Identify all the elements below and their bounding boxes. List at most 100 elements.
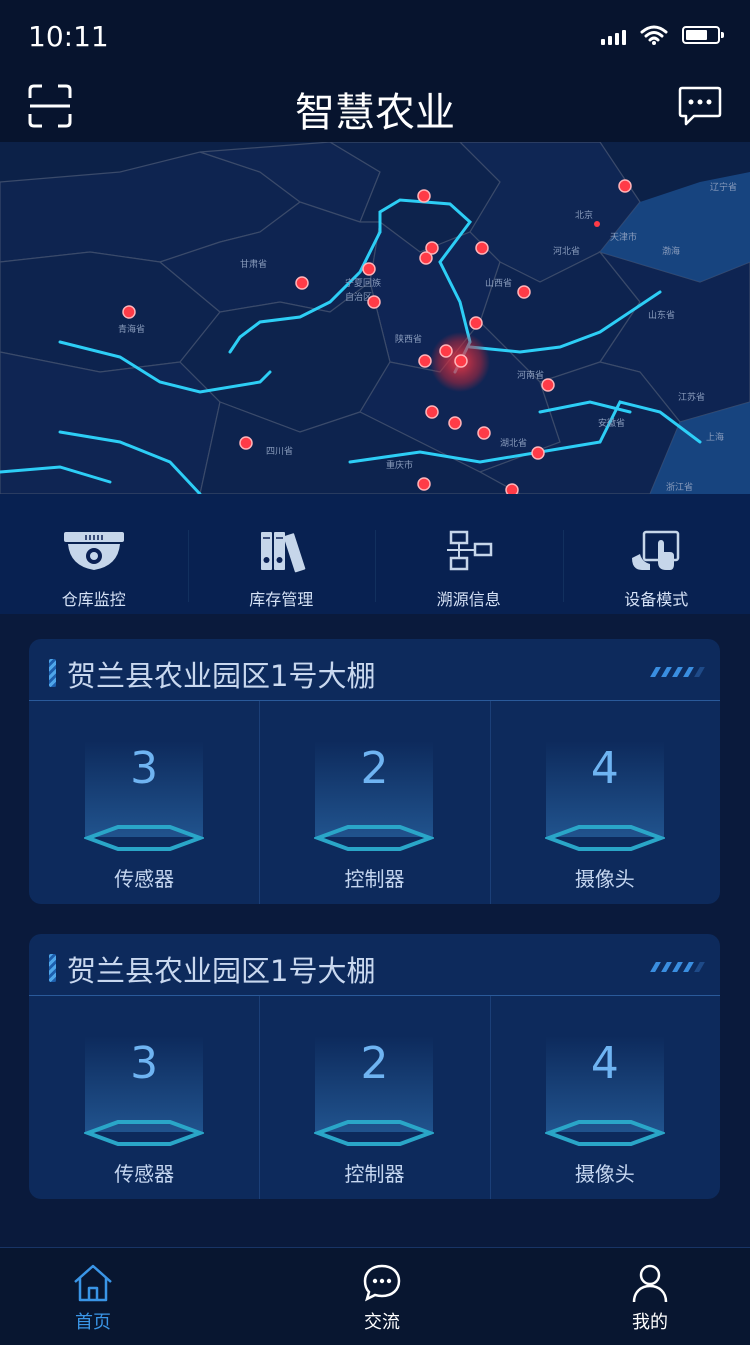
map-marker [239,436,253,450]
map-label: 河北省 [553,245,580,257]
card-stats: 3 传感器 2 控制器 4 摄像头 [29,996,720,1199]
map-marker [469,316,483,330]
map-label: 安徽省 [598,417,625,429]
greenhouse-card[interactable]: 贺兰县农业园区1号大棚 3 传感器 2 控制器 4 摄像头 [29,934,720,1199]
map-label: 北京 [575,209,593,221]
map-marker [475,241,489,255]
card-header: 贺兰县农业园区1号大棚 [29,934,720,996]
stat-value: 3 [130,1038,159,1089]
pedestal-icon [544,1120,665,1146]
map-marker [419,251,433,265]
map-label: 山西省 [485,277,512,289]
card-title: 贺兰县农业园区1号大棚 [67,659,376,693]
map-label: 甘肃省 [240,258,267,270]
stat-value: 4 [590,1038,619,1089]
card-stats: 3 传感器 2 控制器 4 摄像头 [29,701,720,904]
title-accent-bar [49,659,56,687]
menu-item-label: 溯源信息 [436,590,501,609]
stat-controllers[interactable]: 2 控制器 [259,996,489,1199]
map-label: 重庆市 [386,459,413,471]
stripes-decoration [650,962,705,972]
title-accent-bar [49,954,56,982]
stat-label: 摄像头 [574,867,635,891]
map-label: 宁夏回族 [345,277,381,289]
tab-home[interactable]: 首页 [43,1262,143,1334]
map-marker [618,179,632,193]
map-label: 湖北省 [500,437,527,449]
status-icons [601,24,724,46]
signal-icon [601,25,626,45]
menu-item-trace-info[interactable]: 溯源信息 [375,494,563,614]
tab-profile[interactable]: 我的 [600,1262,700,1334]
map-label: 山东省 [648,309,675,321]
map-marker [417,477,431,491]
map-marker [439,344,453,358]
quick-menu: 仓库监控 库存管理 溯源信息 设备模式 [0,494,750,614]
map-label: 上海 [706,431,724,443]
map-marker [505,483,519,494]
card-title: 贺兰县农业园区1号大棚 [67,954,376,988]
wifi-icon [640,25,668,45]
map-label: 河南省 [517,369,544,381]
stat-value: 2 [360,743,389,794]
stat-sensors[interactable]: 3 传感器 [29,701,259,904]
stat-value: 3 [130,743,159,794]
map-label: 辽宁省 [710,181,737,193]
menu-item-device-mode[interactable]: 设备模式 [562,494,750,614]
map-marker [477,426,491,440]
stat-value: 4 [590,743,619,794]
tab-label: 首页 [75,1312,111,1333]
stat-cameras[interactable]: 4 摄像头 [489,996,720,1199]
map-marker [531,446,545,460]
chat-icon [363,1264,401,1302]
map-label: 浙江省 [666,481,693,493]
map-marker [367,295,381,309]
menu-item-warehouse-monitor[interactable]: 仓库监控 [0,494,188,614]
stat-label: 传感器 [114,867,175,891]
card-header: 贺兰县农业园区1号大棚 [29,639,720,701]
map-marker [417,189,431,203]
page-title: 智慧农业 [295,90,455,136]
stripes-decoration [650,667,705,677]
map-marker [295,276,309,290]
menu-item-label: 设备模式 [624,590,689,609]
tab-label: 交流 [364,1312,400,1333]
map-marker [517,285,531,299]
map-label: 江苏省 [678,391,705,403]
stat-label: 控制器 [344,867,405,891]
map-label: 青海省 [118,323,145,335]
tab-label: 我的 [632,1312,668,1333]
network-icon [446,530,492,571]
map-marker [362,262,376,276]
status-bar: 10:11 [0,0,750,72]
user-icon [632,1264,668,1303]
menu-item-label: 仓库监控 [61,590,126,609]
nav-bar: 智慧农业 [0,72,750,142]
message-icon[interactable] [678,84,722,128]
pedestal-icon [84,825,205,851]
menu-item-inventory[interactable]: 库存管理 [187,494,376,614]
map-marker [448,416,462,430]
stat-controllers[interactable]: 2 控制器 [259,701,489,904]
map-label: 四川省 [266,445,293,457]
binders-icon [261,532,306,573]
stat-value: 2 [360,1038,389,1089]
map-view[interactable]: 辽宁省 北京 天津市 渤海 河北省 甘肃省 宁夏回族 自治区 山西省 山东省 青… [0,142,750,494]
stat-label: 控制器 [344,1162,405,1186]
menu-item-label: 库存管理 [249,590,314,609]
greenhouse-card[interactable]: 贺兰县农业园区1号大棚 3 传感器 2 控制器 4 摄像头 [29,639,720,904]
pedestal-icon [314,825,435,851]
stat-sensors[interactable]: 3 传感器 [29,996,259,1199]
tab-bar: 首页 交流 我的 [0,1247,750,1345]
battery-icon [682,26,724,44]
pedestal-icon [544,825,665,851]
map-marker [418,354,432,368]
status-time: 10:11 [28,20,109,53]
pedestal-icon [314,1120,435,1146]
pedestal-icon [84,1120,205,1146]
stat-cameras[interactable]: 4 摄像头 [489,701,720,904]
map-label: 陕西省 [395,333,422,345]
map-marker [541,378,555,392]
map-label: 天津市 [610,231,637,243]
tab-chat[interactable]: 交流 [332,1262,432,1334]
